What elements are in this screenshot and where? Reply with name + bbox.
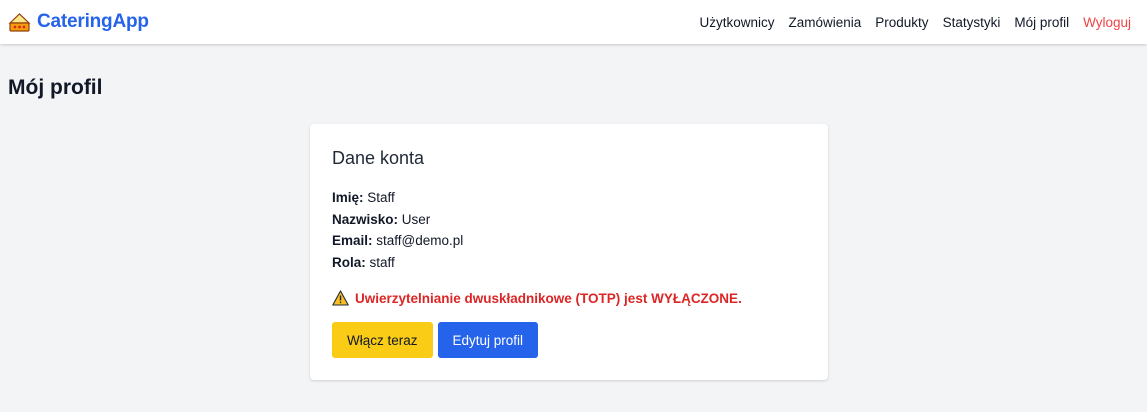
- field-email: Email: staff@demo.pl: [332, 230, 806, 252]
- brand-link[interactable]: CateringApp: [8, 11, 149, 34]
- nav-link-users[interactable]: Użytkownicy: [699, 15, 774, 30]
- nav-link-orders[interactable]: Zamówienia: [789, 15, 862, 30]
- field-label: Imię:: [332, 190, 364, 205]
- field-role: Rola: staff: [332, 252, 806, 274]
- nav-link-products[interactable]: Produkty: [875, 15, 928, 30]
- nav-links: Użytkownicy Zamówienia Produkty Statysty…: [699, 15, 1131, 30]
- totp-warning: Uwierzytelnianie dwuskładnikowe (TOTP) j…: [332, 290, 806, 306]
- nav-link-logout[interactable]: Wyloguj: [1083, 15, 1131, 30]
- nav-link-my-profile[interactable]: Mój profil: [1014, 15, 1069, 30]
- card-actions: Włącz teraz Edytuj profil: [332, 322, 806, 358]
- warning-triangle-icon: [332, 290, 349, 306]
- enable-totp-button[interactable]: Włącz teraz: [332, 322, 433, 358]
- field-value: staff: [369, 254, 395, 270]
- top-navbar: CateringApp Użytkownicy Zamówienia Produ…: [0, 0, 1147, 44]
- field-first-name: Imię: Staff: [332, 187, 806, 209]
- page-title: Mój profil: [8, 76, 103, 99]
- food-tray-icon: [8, 11, 31, 34]
- field-last-name: Nazwisko: User: [332, 209, 806, 231]
- account-card: Dane konta Imię: Staff Nazwisko: User Em…: [310, 124, 828, 380]
- nav-link-statistics[interactable]: Statystyki: [943, 15, 1001, 30]
- brand-name: CateringApp: [37, 11, 149, 32]
- field-label: Email:: [332, 233, 373, 248]
- card-title: Dane konta: [332, 148, 425, 168]
- warning-text: Uwierzytelnianie dwuskładnikowe (TOTP) j…: [355, 290, 742, 306]
- field-value: Staff: [367, 190, 395, 205]
- field-value: staff@demo.pl: [376, 233, 464, 248]
- edit-profile-button[interactable]: Edytuj profil: [437, 322, 539, 358]
- field-label: Nazwisko:: [332, 211, 399, 227]
- field-label: Rola:: [332, 254, 366, 270]
- field-value: User: [401, 211, 431, 227]
